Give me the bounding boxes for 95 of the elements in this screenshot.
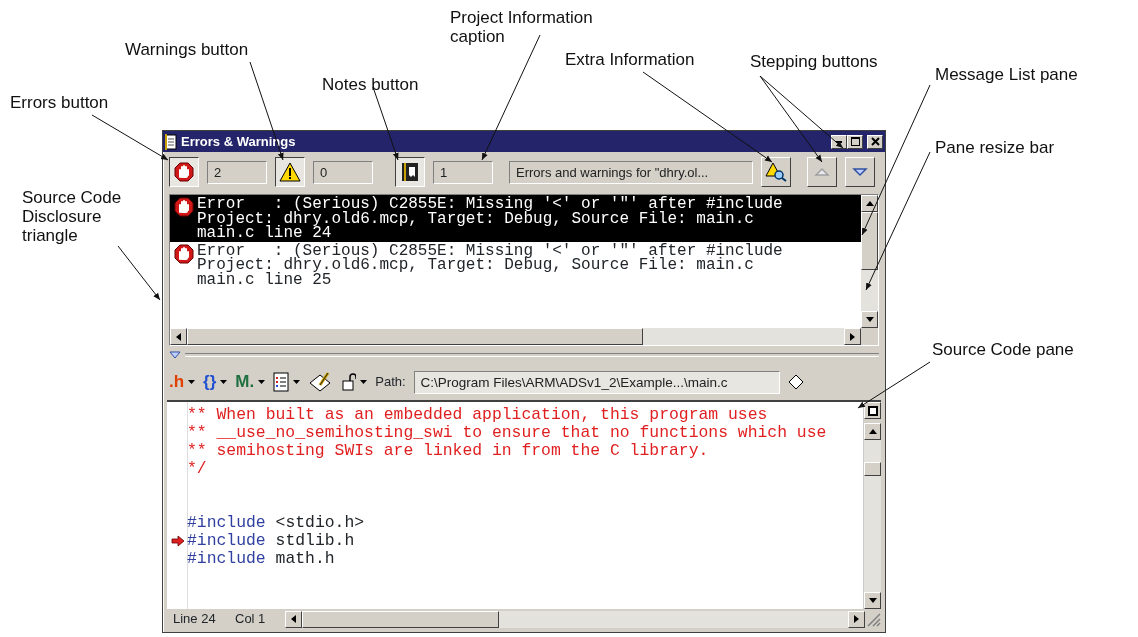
triangle-up-icon (814, 166, 830, 178)
scroll-left-button[interactable] (170, 328, 187, 345)
errors-button[interactable] (169, 157, 199, 187)
scroll-thumb[interactable] (861, 212, 878, 270)
callout-label: Source Code pane (932, 340, 1074, 359)
project-info-field: Errors and warnings for "dhry.ol... (509, 160, 753, 184)
callout-label: Errors button (10, 93, 109, 112)
menu-button[interactable]: M. (235, 369, 266, 395)
code-line: #include stdlib.h (187, 532, 355, 550)
scroll-right-button[interactable] (848, 610, 865, 628)
step-down-button[interactable] (845, 157, 875, 187)
disclosure-triangle-icon[interactable] (169, 351, 181, 359)
callout-label: Notes button (322, 75, 419, 94)
triangle-up-icon (868, 429, 877, 434)
count-field: 2 (207, 160, 267, 184)
scroll-down-button[interactable] (864, 592, 881, 609)
scroll-thumb[interactable] (864, 462, 881, 476)
maximize-icon (849, 136, 861, 147)
message-text: main.c line 25 (197, 272, 332, 288)
extra-info-button[interactable] (761, 157, 791, 187)
minimize-icon (836, 140, 842, 143)
caret-icon (293, 380, 301, 384)
window-title: Errors & Warnings (181, 132, 296, 151)
stop-hand-icon (174, 243, 194, 264)
menu-button[interactable]: .h (169, 369, 196, 395)
triangle-left-icon (176, 332, 181, 341)
list-menu-button[interactable] (273, 372, 301, 392)
close-button[interactable] (867, 134, 883, 149)
document-icon (165, 133, 177, 150)
count-field: 0 (313, 160, 373, 184)
square-icon (867, 405, 878, 416)
caret-icon (360, 380, 368, 384)
horizontal-scrollbar[interactable] (285, 610, 865, 628)
code-line: ** semihosting SWIs are linked in from the C library. (187, 442, 709, 460)
message-row[interactable]: Error : (Serious) C2855E: Missing '<' or '"' after #include Project: dhry.old6.mcp, Target: Debug, Source File: main.c main.c line 25 (170, 241, 861, 289)
triangle-down-icon (852, 166, 868, 178)
caret-icon (188, 380, 196, 384)
scroll-left-button[interactable] (285, 610, 302, 628)
message-text: main.c line 24 (197, 226, 332, 241)
split-button[interactable] (864, 402, 881, 419)
horizontal-scrollbar[interactable] (170, 328, 861, 345)
stop-hand-icon (174, 162, 194, 182)
caret-icon (220, 380, 228, 384)
code-line: #include <stdio.h> (187, 514, 365, 532)
message-text: Error : (Serious) C2855E: Missing '<' or '"' after #include (197, 197, 783, 212)
close-icon (869, 136, 881, 147)
code-line: */ (187, 460, 207, 478)
note-icon (401, 162, 419, 182)
list-icon (273, 372, 290, 392)
scroll-thumb[interactable] (187, 328, 644, 345)
scroll-up-button[interactable] (861, 195, 878, 212)
triangle-down-icon (865, 317, 874, 322)
scroll-thumb[interactable] (302, 610, 500, 628)
maximize-button[interactable] (847, 134, 863, 149)
triangle-right-icon (854, 615, 859, 623)
path-field: C:\Program Files\ARM\ADSv1_2\Example...\main.c (413, 370, 780, 394)
warning-magnifier-icon (765, 162, 787, 182)
leader-line (117, 245, 161, 301)
lock-menu-button[interactable] (342, 373, 368, 391)
arrow-marker-icon (171, 535, 185, 547)
callout-label: Source Code Disclosure triangle (22, 188, 123, 245)
message-row[interactable]: Error : (Serious) C2855E: Missing '<' or '"' after #include Project: dhry.old6.mcp, Target: Debug, Source File: main.c main.c line 24 (170, 195, 861, 242)
code-line: ** When built as an embedded application, this program uses (187, 406, 768, 424)
scroll-down-button[interactable] (861, 311, 878, 328)
column-indicator: Col 1 (234, 610, 267, 629)
vertical-scrollbar[interactable] (864, 423, 881, 609)
warning-icon (279, 162, 301, 182)
scroll-up-button[interactable] (864, 423, 881, 440)
triangle-right-icon (850, 332, 855, 341)
path-label: Path: (375, 373, 406, 392)
notes-button[interactable] (395, 157, 425, 187)
triangle-down-icon (868, 598, 877, 603)
callout-label: Warnings button (125, 40, 249, 59)
count-field: 1 (433, 160, 493, 184)
pane-resize-bar[interactable] (185, 353, 879, 357)
menu-button[interactable]: {} (203, 369, 228, 395)
callout-label: Stepping buttons (750, 52, 878, 71)
line-indicator: Line 24 (172, 610, 217, 629)
caret-icon (258, 380, 266, 384)
message-text: Project: dhry.old6.mcp, Target: Debug, Source File: main.c (197, 258, 755, 273)
triangle-up-icon (865, 201, 874, 206)
callout-label: Message List pane (935, 65, 1078, 84)
callout-label: Extra Information (565, 50, 695, 69)
warnings-button[interactable] (275, 157, 305, 187)
code-line: ** __use_no_semihosting_swi to ensure that no functions which use (187, 424, 827, 442)
padlock-icon (342, 373, 357, 391)
callout-label: Pane resize bar (935, 138, 1055, 157)
vertical-scrollbar[interactable] (861, 195, 878, 328)
code-line: #include math.h (187, 550, 335, 568)
callout-label: Project Information caption (450, 8, 594, 46)
scroll-right-button[interactable] (844, 328, 861, 345)
resize-grip-icon (865, 611, 881, 627)
triangle-left-icon (291, 615, 296, 623)
diamond-icon (787, 374, 804, 390)
stop-hand-icon (174, 197, 194, 217)
